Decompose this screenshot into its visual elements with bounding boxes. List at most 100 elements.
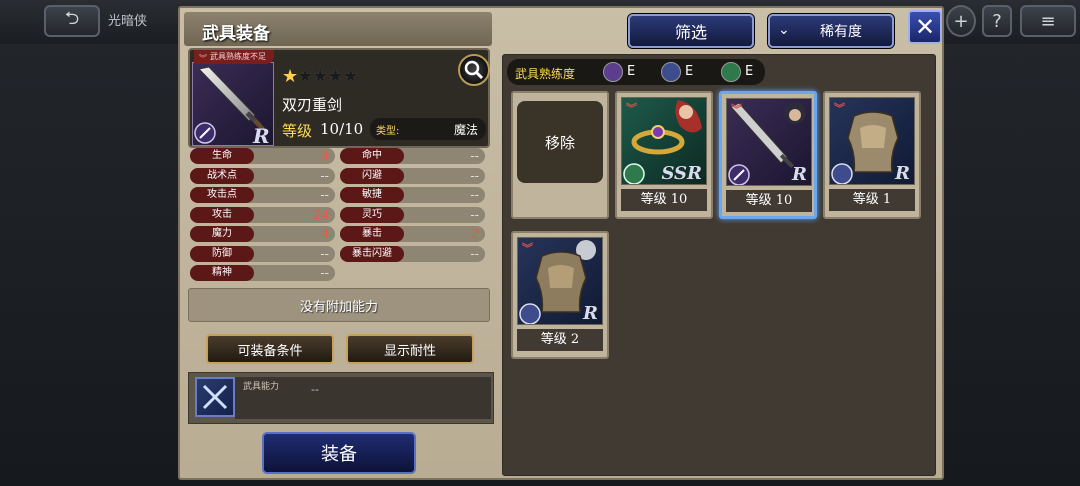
stat-row: 精神 -- [190,265,335,281]
stat-row: 攻击 24 [190,206,335,223]
stat-name: 敏捷 [340,187,404,203]
filter-label: 筛选 [674,23,707,42]
stat-row: 暴击 2 [340,226,485,242]
star-empty-icon: ★ [297,66,313,87]
chevron-mark-icon: ︾ [522,242,533,255]
stat-value: -- [470,149,479,163]
armor-card[interactable]: ︾ R 等级 2 [511,231,609,359]
sword-image: R [194,66,270,148]
weapon-rarity: R [252,124,270,147]
weapon-ability-box: 武具能力 -- [188,372,494,424]
stat-row: 闪避 -- [340,167,485,184]
type-value: 魔法 [453,123,478,137]
title-bar: 武具装备 [184,12,492,46]
proficiency-grade: E [627,64,636,79]
sword-icon [603,62,623,82]
stat-row: 攻击点 -- [190,187,335,203]
equip-conditions-button[interactable]: 可装备条件 [206,334,334,364]
stat-name: 攻击 [190,206,254,223]
star-rating: ★★★★★ [282,66,359,87]
stat-value: 24 [313,207,329,222]
weapon-summary: R ︾ 武具熟练度不足 ★★★★★ 双刃重剑 等级 10/10 类型: 魔法 [188,48,490,148]
level-value: 10/10 [320,120,364,138]
plus-icon: + [953,10,969,32]
stat-value: -- [320,266,329,280]
chevron-mark-icon: ︾ [731,103,742,116]
crossed-swords-icon [195,377,235,417]
ability-label: 武具能力 [243,382,280,392]
stat-name: 暴击闪避 [340,245,404,262]
show-resist-button[interactable]: 显示耐性 [346,334,474,364]
card-rarity: R [792,164,807,185]
warning-chevron-icon: ︾ [199,54,207,63]
card-level: 等级 10 [621,189,707,211]
card-level: 等级 2 [517,329,603,351]
proficiency-grade: E [745,64,754,79]
card-art: ︾ R [517,237,603,325]
card-art: ︾ R [829,97,915,185]
warning-text: 武具熟练度不足 [210,52,266,61]
extra-ability-bar: 没有附加能力 [188,288,490,322]
stat-row: 战术点 -- [190,167,335,184]
stat-row: 生命 4 [190,148,335,164]
weapon-thumbnail[interactable]: R [192,62,274,148]
close-button[interactable]: ✕ [908,10,942,44]
stat-value: -- [470,188,479,202]
add-button[interactable]: + [946,5,976,37]
star-empty-icon: ★ [312,66,328,87]
card-rarity: R [895,163,910,184]
sort-button[interactable]: ⌄ 稀有度 [768,14,894,48]
chevron-down-icon: ⌄ [778,22,790,38]
stat-row: 命中 -- [340,148,485,164]
back-button[interactable]: ⮌ [44,5,100,37]
shield-icon [721,62,741,82]
stat-value: 2 [471,227,479,241]
close-icon: ✕ [914,13,936,41]
magnifier-icon [464,60,484,80]
star-filled-icon: ★ [282,66,298,87]
equip-button[interactable]: 装备 [262,432,416,474]
stat-value: 4 [321,227,329,241]
stat-name: 战术点 [190,167,254,184]
stat-row: 防御 -- [190,245,335,262]
star-empty-icon: ★ [342,66,359,87]
card-art: ︾ R [726,98,812,186]
stat-name: 命中 [340,148,404,164]
equipment-panel: 武具装备 筛选 ⌄ 稀有度 ✕ R ︾ 武具熟练度不足 ★★★★★ 双刃重剑 等… [178,6,944,480]
stat-value: -- [470,168,479,183]
stat-name: 精神 [190,265,254,281]
stat-name: 灵巧 [340,206,404,223]
extra-ability-text: 没有附加能力 [299,299,378,315]
stat-value: -- [320,168,329,183]
stat-row: 敏捷 -- [340,187,485,203]
game-screen: ⮌ 光暗侠 + ? ≡ 武具装备 筛选 ⌄ 稀有度 ✕ R ︾ 武具熟练度不足 … [0,0,1080,486]
weapon-card-selected[interactable]: ︾ R 等级 10 [719,91,817,219]
menu-button[interactable]: ≡ [1020,5,1076,37]
card-level: 等级 10 [726,190,812,212]
proficiency-bar: 武具熟练度 E E E [507,59,765,85]
armor-card[interactable]: ︾ R 等级 1 [823,91,921,219]
stat-value: -- [470,207,479,222]
type-box: 类型: 魔法 [370,118,486,140]
filter-button[interactable]: 筛选 [628,14,754,48]
help-button[interactable]: ? [982,5,1012,37]
remove-card[interactable]: 移除 [511,91,609,219]
stat-row: 灵巧 -- [340,206,485,223]
menu-icon: ≡ [1040,10,1056,32]
equip-label: 装备 [321,444,357,465]
stat-row: 暴击闪避 -- [340,245,485,262]
show-resist-label: 显示耐性 [383,343,436,359]
stat-value: 4 [321,149,329,163]
stat-name: 攻击点 [190,187,254,203]
ability-value: -- [311,383,319,396]
magic-icon [661,62,681,82]
chevron-mark-icon: ︾ [626,102,637,115]
stat-name: 生命 [190,148,254,164]
back-arrow-icon: ⮌ [64,8,80,29]
type-label: 类型: [376,126,400,137]
inspect-button[interactable] [458,54,490,86]
chevron-mark-icon: ︾ [834,102,845,115]
weapon-list-area: 武具熟练度 E E E 移除 ︾ SSR 等级 10 ︾ R 等级 10 ︾ R… [502,54,936,476]
card-rarity: SSR [661,163,702,184]
weapon-card[interactable]: ︾ SSR 等级 10 [615,91,713,219]
